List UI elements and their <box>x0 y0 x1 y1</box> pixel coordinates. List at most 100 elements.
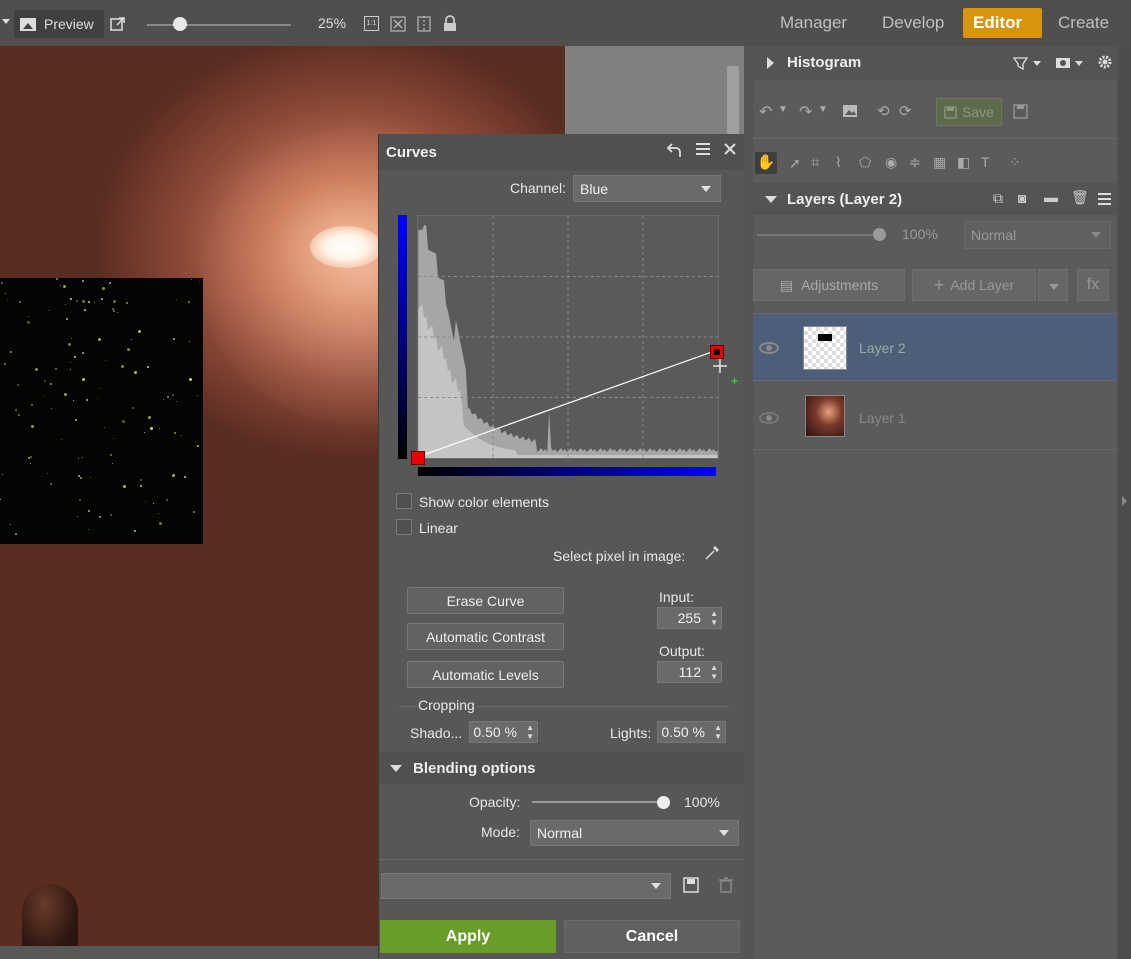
curve-point-start[interactable] <box>411 451 425 465</box>
opacity-slider[interactable] <box>532 801 664 803</box>
hand-tool-icon[interactable]: ✋ <box>755 152 777 174</box>
save-as-icon[interactable] <box>1013 104 1028 119</box>
mode-dropdown[interactable]: Normal <box>530 820 739 846</box>
duplicate-layer-icon[interactable]: ⧉ <box>993 190 1003 207</box>
opacity-slider-handle[interactable] <box>657 796 670 809</box>
spinner-arrows-icon[interactable]: ▲ ▼ <box>526 723 534 741</box>
tab-develop[interactable]: Develop <box>872 8 954 38</box>
external-link-icon[interactable] <box>110 16 126 32</box>
save-button[interactable]: Save <box>936 98 1002 126</box>
tab-editor[interactable]: Editor <box>963 8 1042 38</box>
blending-options-header[interactable]: Blending options <box>379 752 745 784</box>
clone-tool-icon[interactable]: ▦ <box>933 154 946 171</box>
curve-point-end[interactable] <box>710 345 724 359</box>
text-tool-icon[interactable]: T <box>981 154 990 170</box>
eyedropper-icon[interactable] <box>704 544 721 561</box>
apply-button[interactable]: Apply <box>380 920 556 953</box>
histogram-mode-icon[interactable] <box>1013 56 1029 70</box>
star <box>66 318 68 320</box>
undo-icon[interactable]: ↶ <box>759 102 772 122</box>
linear-checkbox[interactable] <box>396 519 412 535</box>
rotate-right-icon[interactable]: ⟳ <box>899 102 912 120</box>
eye-tool-icon[interactable]: ◉ <box>885 154 897 171</box>
close-icon[interactable] <box>724 143 736 155</box>
shape-tool-icon[interactable]: ◧ <box>957 154 970 171</box>
eye-icon[interactable] <box>759 342 779 354</box>
star <box>18 414 20 416</box>
canvas-scrollbar[interactable] <box>727 66 739 136</box>
zoom-slider-handle[interactable] <box>173 17 187 31</box>
input-gradient-bar <box>418 467 716 476</box>
preset-dropdown[interactable] <box>381 873 671 899</box>
chevron-down-icon[interactable]: ▼ <box>818 104 828 115</box>
automatic-levels-button[interactable]: Automatic Levels <box>407 661 564 688</box>
perspective-tool-icon[interactable]: ⌇ <box>835 154 842 171</box>
transform-tool-icon[interactable]: ⬠ <box>859 154 871 171</box>
save-preset-icon[interactable] <box>683 877 699 893</box>
curve-graph[interactable] <box>417 215 719 459</box>
redo-icon[interactable]: ↷ <box>799 102 812 122</box>
preview-button[interactable]: Preview <box>14 10 104 38</box>
layer-blend-dropdown[interactable]: Normal <box>964 221 1111 249</box>
tab-manager[interactable]: Manager <box>770 8 857 38</box>
layers-header[interactable]: Layers (Layer 2) ⧉ ◙ ▬ 🗑 <box>753 183 1117 215</box>
erase-curve-button[interactable]: Erase Curve <box>407 587 564 614</box>
star <box>64 393 67 396</box>
channel-label: Channel: <box>510 180 567 196</box>
lock-icon[interactable] <box>443 15 457 32</box>
delete-layer-icon[interactable]: 🗑 <box>1071 189 1089 206</box>
star <box>82 280 84 282</box>
input-spinner[interactable]: 255 ▲ ▼ <box>657 607 722 629</box>
automatic-contrast-button[interactable]: Automatic Contrast <box>407 623 564 650</box>
rotate-left-icon[interactable]: ⟲ <box>877 102 890 120</box>
chevron-down-icon[interactable] <box>1033 61 1041 66</box>
fit-icon[interactable] <box>390 16 406 32</box>
star <box>15 533 17 535</box>
channel-dropdown[interactable]: Blue <box>573 175 721 202</box>
histogram-header[interactable]: Histogram <box>753 46 1117 80</box>
eye-icon[interactable] <box>759 412 779 424</box>
layer-opacity-slider[interactable] <box>757 234 877 236</box>
add-layer-button[interactable]: + Add Layer <box>912 269 1036 301</box>
star <box>199 281 200 282</box>
layer-opacity-handle[interactable] <box>873 228 886 241</box>
spinner-arrows-icon[interactable]: ▲ ▼ <box>710 609 718 627</box>
menu-icon[interactable] <box>1098 193 1111 205</box>
fx-button[interactable]: fx <box>1077 269 1109 301</box>
folder-icon[interactable]: ▬ <box>1044 189 1058 205</box>
lights-spinner[interactable]: 0.50 % ▲ ▼ <box>657 721 726 743</box>
layer-row-layer-2[interactable]: Layer 2 <box>753 313 1117 381</box>
adjustments-button[interactable]: ▤ Adjustments <box>753 269 905 301</box>
layer-row-layer-1[interactable]: Layer 1 <box>753 382 1117 450</box>
star <box>176 299 177 300</box>
expand-arrow-icon[interactable] <box>1122 496 1127 506</box>
effects-tool-icon[interactable]: ⁘ <box>1009 154 1021 171</box>
straighten-tool-icon[interactable]: ≑ <box>909 154 921 171</box>
output-spinner[interactable]: 112 ▲ ▼ <box>657 661 722 683</box>
select-tool-icon[interactable]: ➚ <box>789 155 801 172</box>
star <box>140 479 142 481</box>
add-layer-dropdown[interactable] <box>1038 269 1068 301</box>
shadows-spinner[interactable]: 0.50 % ▲ ▼ <box>469 721 538 743</box>
menu-icon[interactable] <box>696 142 710 156</box>
chevron-down-icon[interactable]: ▼ <box>778 104 788 115</box>
image-icon[interactable] <box>842 104 858 118</box>
delete-preset-icon[interactable] <box>719 877 733 893</box>
layer-mask-icon[interactable]: ◙ <box>1018 190 1026 206</box>
star <box>78 458 79 459</box>
collapse-arrow-icon[interactable] <box>2 19 10 24</box>
spinner-arrows-icon[interactable]: ▲ ▼ <box>714 723 722 741</box>
undo-icon[interactable] <box>666 142 682 158</box>
crop-tool-icon[interactable]: ⌗ <box>811 154 819 171</box>
tab-create[interactable]: Create <box>1048 8 1119 38</box>
zoom-1to1-icon[interactable]: 1:1 <box>364 16 379 31</box>
spinner-arrows-icon[interactable]: ▲ ▼ <box>710 663 718 681</box>
gear-icon[interactable] <box>1097 54 1113 70</box>
chevron-down-icon[interactable] <box>1075 61 1083 66</box>
right-panel-scrollbar[interactable] <box>1118 46 1131 959</box>
show-color-elements-checkbox[interactable] <box>396 493 412 509</box>
cancel-button[interactable]: Cancel <box>564 920 740 953</box>
camera-icon[interactable] <box>1055 55 1071 69</box>
zoom-slider[interactable] <box>147 24 291 26</box>
compare-icon[interactable] <box>416 16 432 32</box>
